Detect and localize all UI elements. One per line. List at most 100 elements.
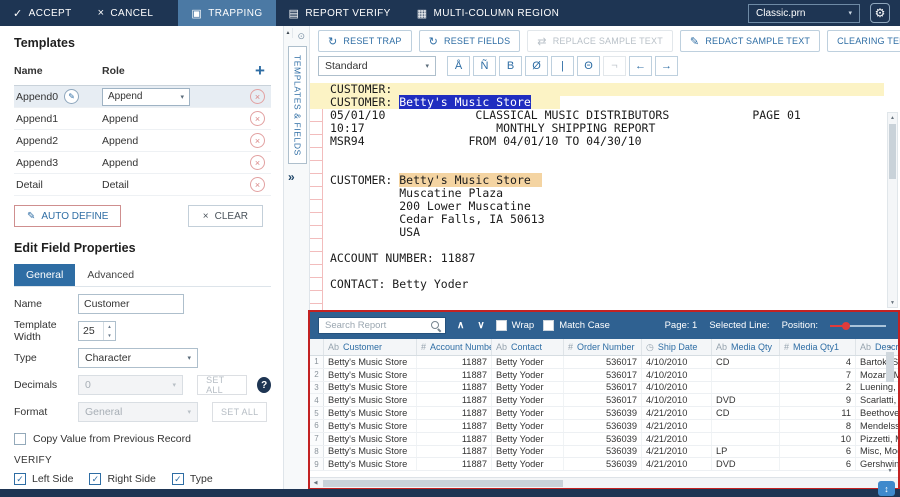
accept-button[interactable]: ✓ ACCEPT [0,0,85,26]
delete-template-icon[interactable]: × [250,89,265,104]
trap-char-button[interactable]: B [499,56,522,76]
delete-template-icon[interactable]: × [250,111,265,126]
table-cell: Betty Yoder [492,356,564,368]
stepper-up-icon[interactable]: ▲ [104,322,115,331]
table-row[interactable]: 8Betty's Music Store11887Betty Yoder5360… [310,446,898,459]
template-width-stepper[interactable]: ▲ ▼ [78,321,116,341]
trap-style-select[interactable]: Standard ▾ [318,56,436,76]
settings-button[interactable]: ⚙ [870,3,890,23]
trap-char-button[interactable]: Ñ [473,56,496,76]
column-header-media-qty[interactable]: AbMedia Qty [712,339,780,355]
tab-multi-column-region[interactable]: ▦ MULTI-COLUMN REGION [404,0,573,26]
report-verify-label: REPORT VERIFY [305,8,390,19]
template-row-detail[interactable]: DetailDetail× [14,174,271,196]
name-field[interactable] [78,294,184,314]
search-icon[interactable] [430,320,441,331]
verify-option-right-side[interactable]: ✓Right Side [89,473,155,485]
trap-char-button[interactable]: → [655,56,678,76]
wrap-option[interactable]: Wrap [496,320,535,331]
sample-selected-text[interactable]: Betty's Music Store [399,95,531,109]
trap-char-button[interactable]: Θ [577,56,600,76]
table-row[interactable]: 3Betty's Music Store11887Betty Yoder5360… [310,382,898,395]
column-header-account-number[interactable]: #Account Number [417,339,492,355]
position-slider[interactable] [830,320,886,332]
scroll-down-icon[interactable]: ▼ [885,466,895,475]
search-previous-button[interactable]: ∧ [455,320,466,331]
table-row[interactable]: 5Betty's Music Store11887Betty Yoder5360… [310,407,898,420]
reset-trap-button[interactable]: ↻ RESET TRAP [318,30,412,52]
edit-template-icon[interactable]: ✎ [64,89,79,104]
table-row[interactable]: 9Betty's Music Store11887Betty Yoder5360… [310,458,898,471]
redact-sample-text-button[interactable]: ✎ REDACT SAMPLE TEXT [680,30,820,52]
scroll-down-icon[interactable]: ▼ [888,298,897,307]
scroll-pane-toggle-button[interactable]: ↕ [878,481,895,496]
verify-option-type[interactable]: ✓Type [172,473,213,485]
column-header-ship-date[interactable]: ◷Ship Date [642,339,712,355]
delete-template-icon[interactable]: × [250,177,265,192]
table-row[interactable]: 2Betty's Music Store11887Betty Yoder5360… [310,369,898,382]
search-next-button[interactable]: ∨ [475,320,486,331]
template-width-input[interactable] [79,325,99,337]
column-header-customer[interactable]: AbCustomer [324,339,417,355]
search-input[interactable] [325,320,430,331]
table-row[interactable]: 4Betty's Music Store11887Betty Yoder5360… [310,394,898,407]
table-row[interactable]: 7Betty's Music Store11887Betty Yoder5360… [310,433,898,446]
table-horizontal-scrollbar[interactable]: ◀ ▶ [310,477,898,488]
trap-char-button[interactable]: ← [629,56,652,76]
cancel-button[interactable]: × CANCEL [85,0,167,26]
report-vertical-scrollbar[interactable]: ▲ ▼ [887,112,898,308]
template-row-append3[interactable]: Append3Append× [14,152,271,174]
report-view[interactable]: CUSTOMER: CUSTOMER: Betty's Music Store … [310,78,900,312]
template-row-append2[interactable]: Append2Append× [14,130,271,152]
verify-checkbox[interactable]: ✓ [89,473,101,485]
scrollbar-thumb[interactable] [886,352,894,382]
table-vertical-scrollbar[interactable]: ▲ ▼ [885,342,895,475]
pin-icon[interactable]: ⊙ [297,31,305,42]
clearing-template-dropdown[interactable]: CLEARING TEMPLATE ▾ [827,30,900,52]
trap-char-button[interactable]: | [551,56,574,76]
scroll-up-icon[interactable]: ▲ [885,342,895,351]
help-icon[interactable]: ? [257,377,271,393]
template-row-append0[interactable]: Append0✎Append▾× [14,86,271,108]
match-case-option[interactable]: Match Case [543,320,610,331]
copy-value-checkbox[interactable] [14,433,26,445]
slider-knob[interactable] [842,322,850,330]
column-header-order-number[interactable]: #Order Number [564,339,642,355]
trap-char-button[interactable]: Ø [525,56,548,76]
template-role: Append [102,113,138,125]
stepper-down-icon[interactable]: ▼ [104,331,115,340]
type-select[interactable]: Character ▾ [78,348,198,368]
verify-option-left-side[interactable]: ✓Left Side [14,473,73,485]
scrollbar-thumb[interactable] [323,480,563,487]
template-row-append1[interactable]: Append1Append× [14,108,271,130]
tab-report-verify[interactable]: ▤ REPORT VERIFY [276,0,404,26]
wrap-checkbox[interactable] [496,320,507,331]
customer-field-highlight[interactable]: Betty's Music Store [399,173,542,187]
scroll-up-icon[interactable]: ▲ [888,113,897,122]
tab-general[interactable]: General [14,264,75,286]
verify-checkbox[interactable]: ✓ [14,473,26,485]
clear-button[interactable]: × CLEAR [188,205,263,227]
table-row[interactable]: 6Betty's Music Store11887Betty Yoder5360… [310,420,898,433]
table-cell: CD [712,356,780,368]
column-header-contact[interactable]: AbContact [492,339,564,355]
auto-define-button[interactable]: ✎ AUTO DEFINE [14,205,121,227]
table-row[interactable]: 1Betty's Music Store11887Betty Yoder5360… [310,356,898,369]
trap-char-button[interactable]: Å [447,56,470,76]
verify-checkbox[interactable]: ✓ [172,473,184,485]
tab-advanced[interactable]: Advanced [75,264,146,286]
scrollbar-thumb[interactable] [889,124,896,179]
delete-template-icon[interactable]: × [250,155,265,170]
template-role-select[interactable]: Append▾ [102,88,190,106]
add-template-button[interactable]: + [249,61,271,81]
tab-templates-and-fields[interactable]: TEMPLATES & FIELDS [288,46,307,164]
reset-fields-button[interactable]: ↻ RESET FIELDS [419,30,521,52]
trap-style-value: Standard [325,60,368,72]
scroll-left-icon[interactable]: ◀ [310,478,321,488]
tab-trapping[interactable]: ▣ TRAPPING [178,0,275,26]
file-select[interactable]: Classic.prn ▾ [748,4,860,23]
column-header-media-qty1[interactable]: #Media Qty1 [780,339,856,355]
match-case-checkbox[interactable] [543,320,554,331]
delete-template-icon[interactable]: × [250,133,265,148]
panel-scroll-up-icon[interactable]: ▲ [284,28,293,38]
